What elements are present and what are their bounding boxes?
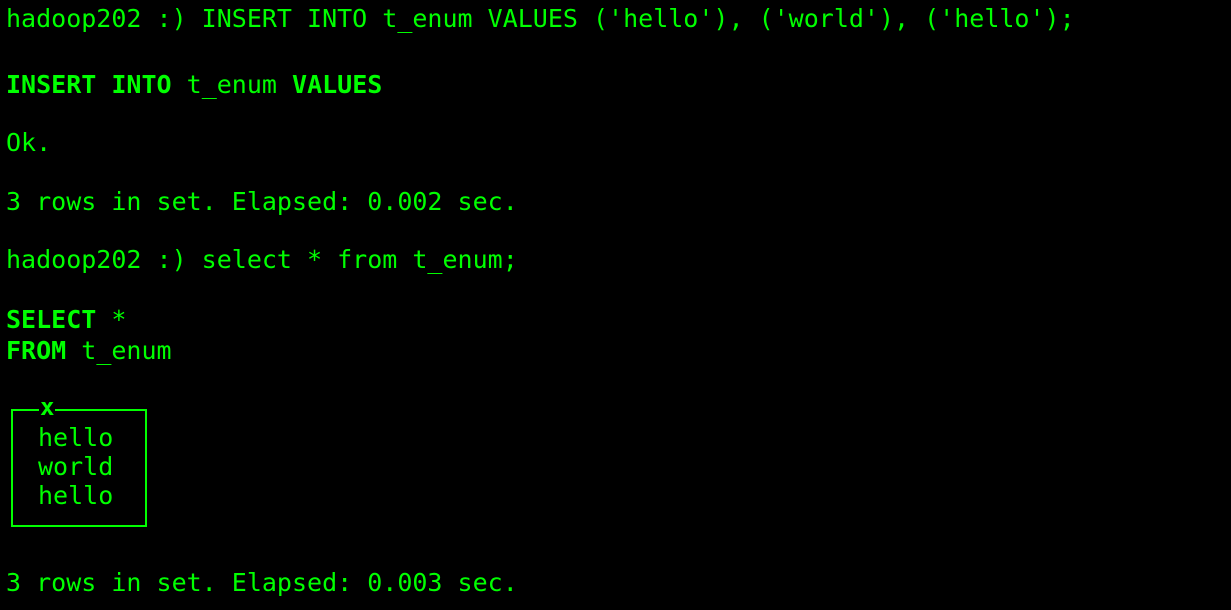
command-line-insert: hadoop202 :) INSERT INTO t_enum VALUES (… bbox=[6, 4, 1075, 33]
table-row: hello bbox=[38, 481, 114, 510]
table-name: t_enum bbox=[81, 336, 172, 365]
table-row: world bbox=[38, 452, 114, 481]
select-star: * bbox=[111, 305, 127, 334]
ok-message: Ok. bbox=[6, 128, 52, 157]
result-table: x hello world hello bbox=[11, 395, 147, 527]
keyword-into: INTO bbox=[111, 70, 172, 99]
query-echo-select-line1: SELECT * bbox=[6, 305, 126, 335]
status-line-insert: 3 rows in set. Elapsed: 0.002 sec. bbox=[6, 187, 518, 216]
keyword-insert: INSERT bbox=[6, 70, 97, 99]
keyword-from: FROM bbox=[6, 336, 67, 365]
status-line-select: 3 rows in set. Elapsed: 0.003 sec. bbox=[6, 568, 518, 597]
query-echo-select-line2: FROM t_enum bbox=[6, 336, 172, 366]
table-row: hello bbox=[38, 423, 114, 452]
table-name: t_enum bbox=[186, 70, 277, 99]
column-header-x: x bbox=[39, 393, 56, 421]
keyword-values: VALUES bbox=[292, 70, 383, 99]
query-echo-insert: INSERT INTO t_enum VALUES bbox=[6, 70, 382, 100]
keyword-select: SELECT bbox=[6, 305, 97, 334]
command-line-select: hadoop202 :) select * from t_enum; bbox=[6, 245, 518, 274]
